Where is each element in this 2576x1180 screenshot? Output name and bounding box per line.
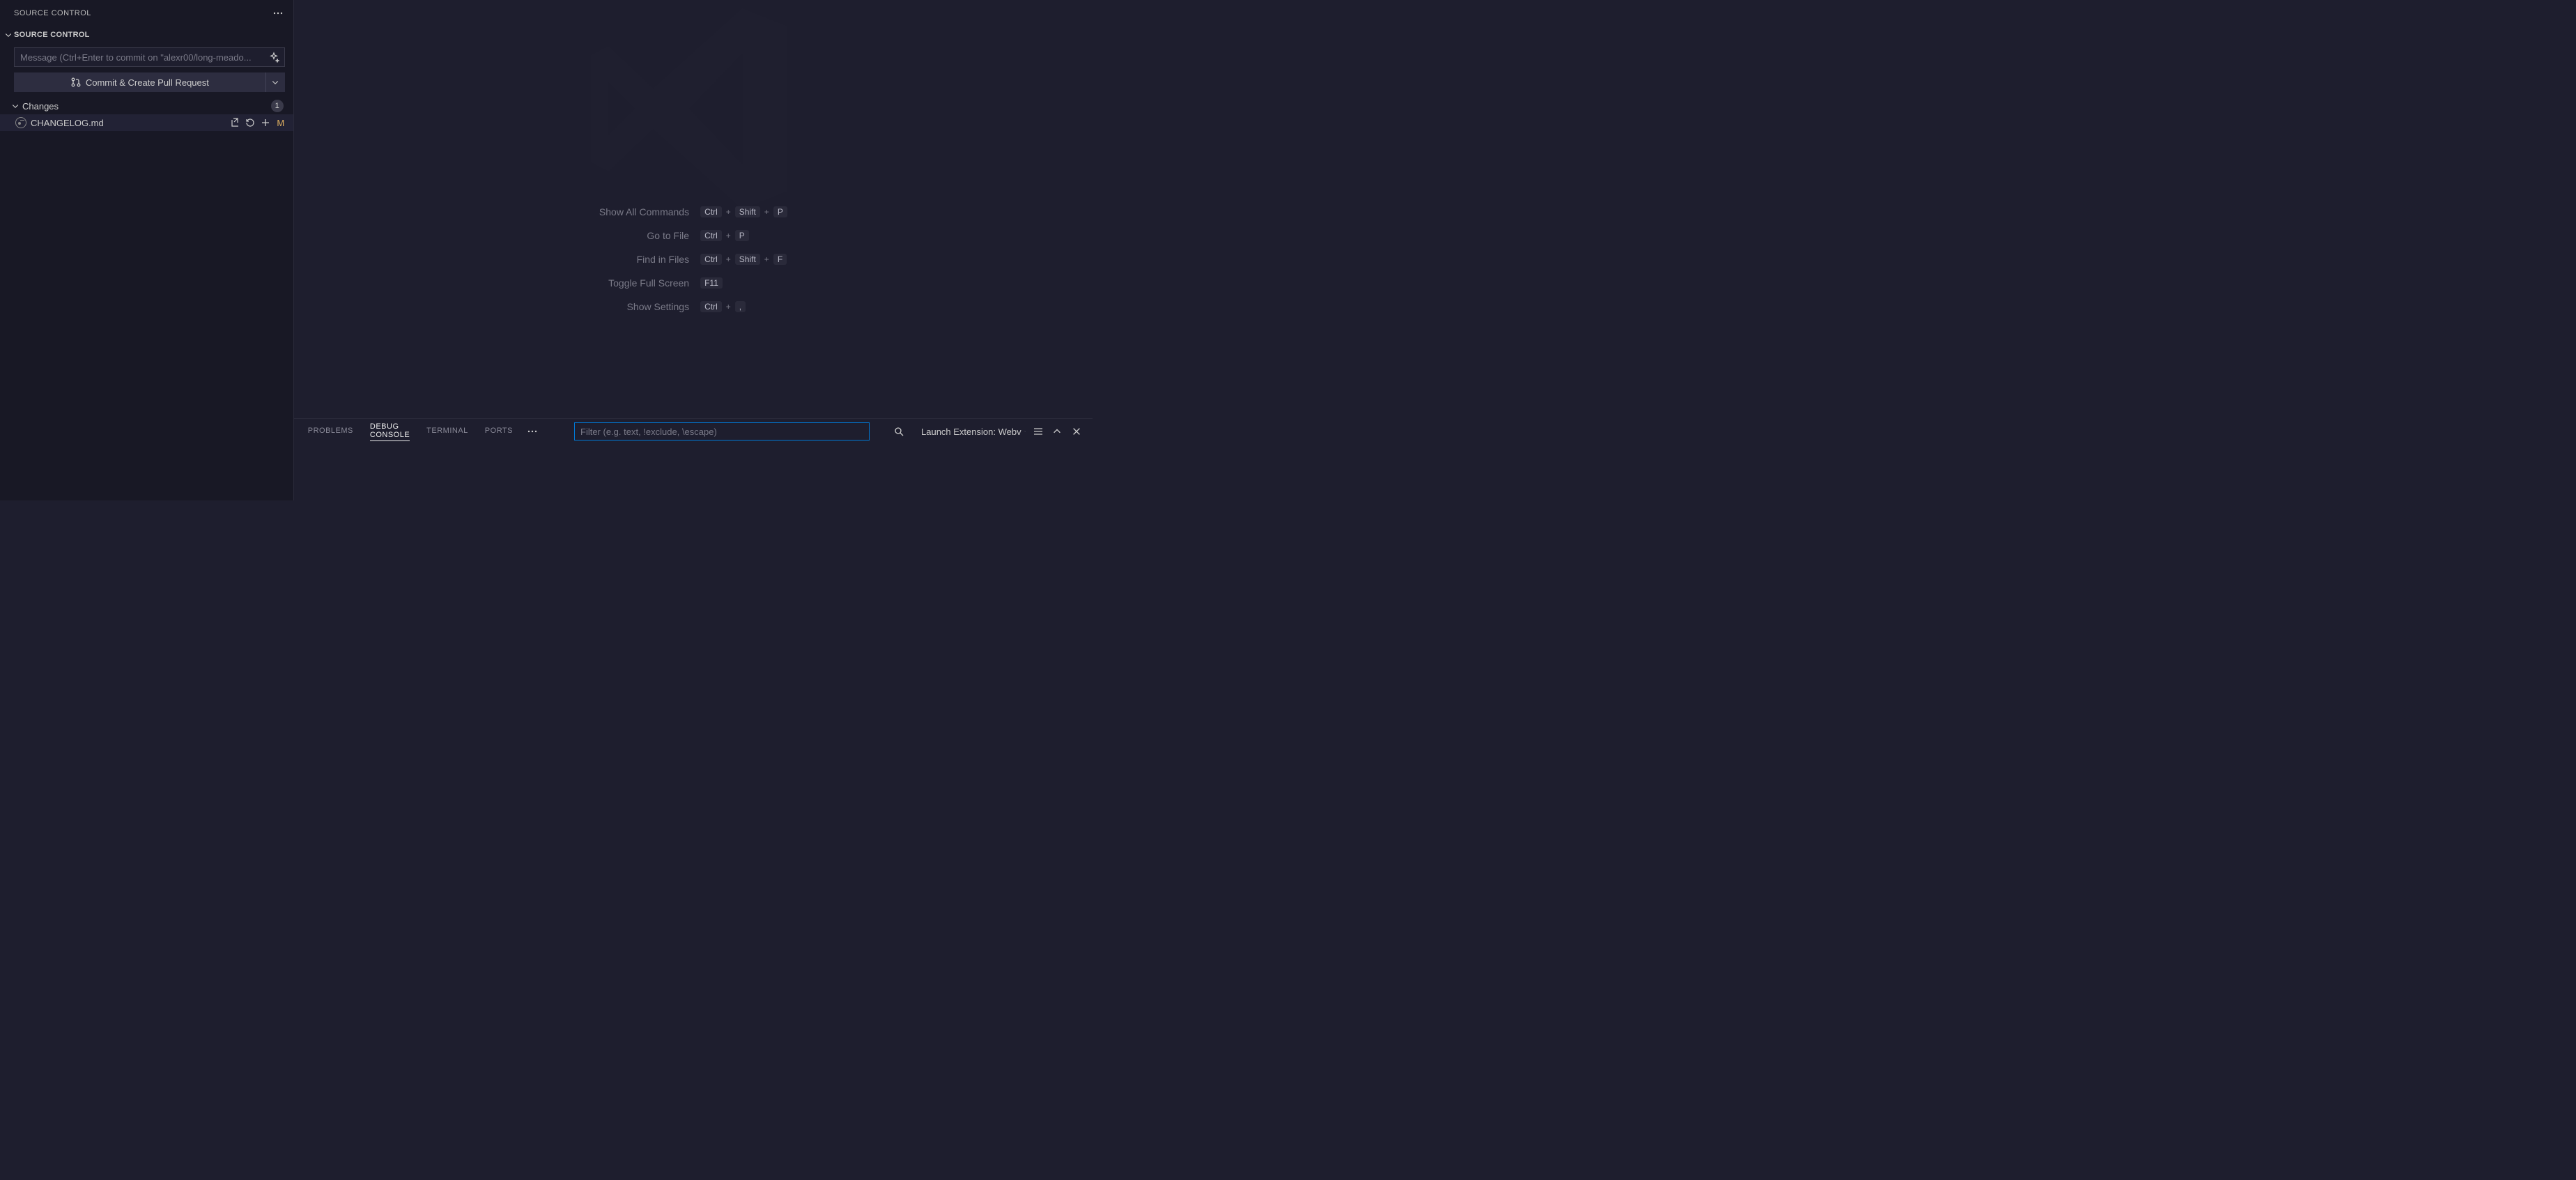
- commit-button-label: Commit & Create Pull Request: [86, 77, 209, 88]
- changed-file-row[interactable]: CHANGELOG.md M: [0, 114, 293, 131]
- git-pull-request-icon: [70, 77, 82, 88]
- hint-keys: Ctrl+P: [700, 230, 787, 241]
- changes-count-badge: 1: [271, 100, 284, 112]
- tab-ports[interactable]: PORTS: [485, 427, 513, 436]
- clear-console-icon[interactable]: [1033, 426, 1045, 437]
- scm-section-label: SOURCE CONTROL: [14, 31, 90, 39]
- editor-empty-area: Show All Commands Ctrl+Shift+P Go to Fil…: [294, 0, 1093, 418]
- hint-keys: Ctrl+Shift+P: [700, 206, 787, 217]
- vscode-watermark-logo: [582, 0, 805, 220]
- changes-section-header[interactable]: Changes 1: [0, 98, 293, 114]
- file-actions: M: [229, 117, 286, 128]
- hint-keys: Ctrl+Shift+F: [700, 254, 787, 265]
- chevron-down-icon: [10, 102, 21, 110]
- scm-section-header[interactable]: SOURCE CONTROL: [0, 26, 293, 43]
- sidebar-title: SOURCE CONTROL: [14, 9, 91, 17]
- panel-overflow-icon[interactable]: [527, 426, 538, 437]
- sidebar-header: SOURCE CONTROL: [0, 0, 293, 26]
- changes-label: Changes: [22, 101, 271, 112]
- collapse-panel-icon[interactable]: [1052, 427, 1065, 436]
- hint-label: Show Settings: [599, 301, 689, 312]
- main-area: Show All Commands Ctrl+Shift+P Go to Fil…: [294, 0, 1093, 500]
- chevron-down-icon: [1024, 427, 1026, 436]
- ai-sparkle-icon[interactable]: [268, 52, 279, 63]
- commit-button-dropdown[interactable]: [265, 72, 285, 92]
- open-file-icon[interactable]: [229, 117, 240, 128]
- debug-console-body[interactable]: [294, 444, 1093, 500]
- file-name: CHANGELOG.md: [31, 118, 229, 128]
- bottom-panel: PROBLEMS DEBUG CONSOLE TERMINAL PORTS La…: [294, 418, 1093, 500]
- close-panel-icon[interactable]: [1072, 427, 1084, 436]
- commit-message-input[interactable]: [14, 47, 285, 67]
- commit-button-row: Commit & Create Pull Request: [14, 72, 285, 92]
- panel-tabbar: PROBLEMS DEBUG CONSOLE TERMINAL PORTS La…: [294, 419, 1093, 444]
- hint-keys: Ctrl+,: [700, 301, 787, 312]
- more-actions-icon[interactable]: [270, 5, 286, 22]
- debug-console-filter-input[interactable]: [574, 422, 870, 440]
- hint-label: Show All Commands: [599, 206, 689, 217]
- keyboard-shortcut-hints: Show All Commands Ctrl+Shift+P Go to Fil…: [599, 206, 787, 312]
- search-icon[interactable]: [893, 426, 904, 437]
- file-modified-icon: [15, 117, 26, 128]
- hint-keys: F11: [700, 277, 787, 289]
- commit-create-pr-button[interactable]: Commit & Create Pull Request: [14, 72, 265, 92]
- hint-label: Find in Files: [599, 254, 689, 265]
- hint-label: Go to File: [599, 230, 689, 241]
- stage-changes-icon[interactable]: [260, 117, 271, 128]
- chevron-down-icon: [271, 78, 279, 86]
- file-status-badge: M: [275, 118, 286, 128]
- discard-changes-icon[interactable]: [245, 117, 256, 128]
- hint-label: Toggle Full Screen: [599, 277, 689, 289]
- panel-right-controls: Launch Extension: Webv: [921, 426, 1084, 437]
- commit-message-row: [14, 47, 285, 67]
- tab-debug-console[interactable]: DEBUG CONSOLE: [370, 422, 410, 441]
- source-control-sidebar: SOURCE CONTROL SOURCE CONTROL Commit & C…: [0, 0, 294, 500]
- tab-problems[interactable]: PROBLEMS: [308, 427, 353, 436]
- chevron-down-icon: [3, 31, 14, 39]
- tab-terminal[interactable]: TERMINAL: [426, 427, 468, 436]
- debug-launch-target[interactable]: Launch Extension: Webv: [921, 427, 1026, 437]
